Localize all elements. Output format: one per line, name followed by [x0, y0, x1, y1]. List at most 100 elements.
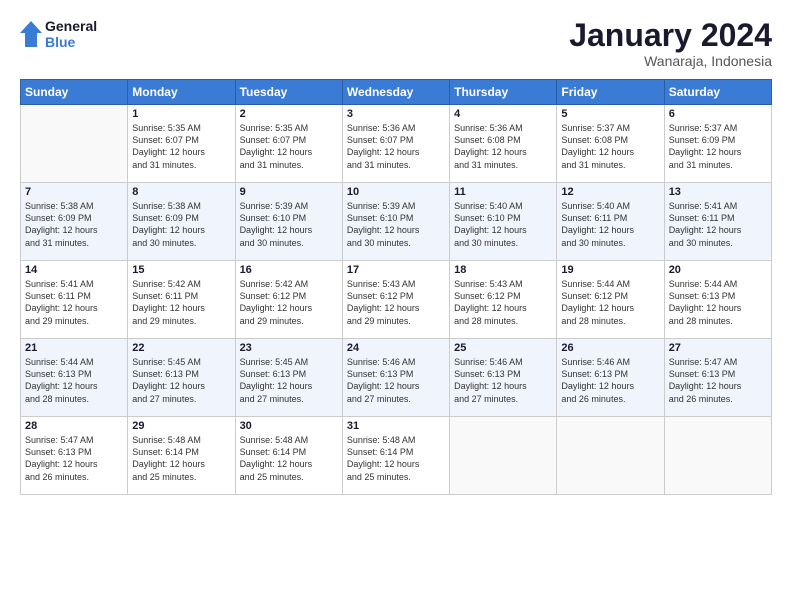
day-number: 23 — [240, 342, 338, 354]
weekday-saturday: Saturday — [664, 80, 771, 105]
calendar-cell: 20 Sunrise: 5:44 AM Sunset: 6:13 PM Dayli… — [664, 261, 771, 339]
day-number: 1 — [132, 108, 230, 120]
cell-info: Sunrise: 5:42 AM Sunset: 6:11 PM Dayligh… — [132, 278, 230, 327]
calendar-cell: 23Sunrise: 5:45 AM Sunset: 6:13 PM Dayli… — [235, 339, 342, 417]
calendar-cell: 16 Sunrise: 5:42 AM Sunset: 6:12 PM Dayli… — [235, 261, 342, 339]
cell-info: Sunrise: 5:41 AM Sunset: 6:11 PM Dayligh… — [669, 200, 767, 249]
cell-info: Sunrise: 5:39 AM Sunset: 6:10 PM Dayligh… — [240, 200, 338, 249]
day-number: 9 — [240, 186, 338, 198]
logo-blue: Blue — [45, 34, 97, 50]
page: General Blue January 2024 Wanaraja, Indo… — [0, 0, 792, 612]
calendar-cell — [664, 417, 771, 495]
calendar-cell: 27 Sunrise: 5:47 AM Sunset: 6:13 PM Dayli… — [664, 339, 771, 417]
calendar-cell: 29 Sunrise: 5:48 AM Sunset: 6:14 PM Dayli… — [128, 417, 235, 495]
calendar-table: SundayMondayTuesdayWednesdayThursdayFrid… — [20, 79, 772, 495]
cell-info: Sunrise: 5:47 AM Sunset: 6:13 PM Dayligh… — [25, 434, 123, 483]
day-number: 11 — [454, 186, 552, 198]
calendar-cell: 24 Sunrise: 5:46 AM Sunset: 6:13 PM Dayli… — [342, 339, 449, 417]
cell-info: Sunrise: 5:40 AM Sunset: 6:10 PM Dayligh… — [454, 200, 552, 249]
day-number: 12 — [561, 186, 659, 198]
day-number: 27 — [669, 342, 767, 354]
cell-info: Sunrise: 5:48 AM Sunset: 6:14 PM Dayligh… — [347, 434, 445, 483]
day-number: 4 — [454, 108, 552, 120]
day-number: 3 — [347, 108, 445, 120]
calendar-cell: 6 Sunrise: 5:37 AM Sunset: 6:09 PM Daylig… — [664, 105, 771, 183]
month-title: January 2024 — [569, 18, 772, 53]
day-number: 20 — [669, 264, 767, 276]
cell-info: Sunrise: 5:47 AM Sunset: 6:13 PM Dayligh… — [669, 356, 767, 405]
calendar-cell — [450, 417, 557, 495]
cell-info: Sunrise: 5:36 AM Sunset: 6:08 PM Dayligh… — [454, 122, 552, 171]
cell-info: Sunrise: 5:46 AM Sunset: 6:13 PM Dayligh… — [561, 356, 659, 405]
logo-text-block: General Blue — [20, 18, 97, 50]
day-number: 19 — [561, 264, 659, 276]
calendar-cell: 15Sunrise: 5:42 AM Sunset: 6:11 PM Dayli… — [128, 261, 235, 339]
calendar-cell: 7Sunrise: 5:38 AM Sunset: 6:09 PM Daylig… — [21, 183, 128, 261]
cell-info: Sunrise: 5:43 AM Sunset: 6:12 PM Dayligh… — [347, 278, 445, 327]
cell-info: Sunrise: 5:42 AM Sunset: 6:12 PM Dayligh… — [240, 278, 338, 327]
cell-info: Sunrise: 5:44 AM Sunset: 6:13 PM Dayligh… — [25, 356, 123, 405]
logo-general: General — [45, 18, 97, 34]
calendar-cell: 1 Sunrise: 5:35 AM Sunset: 6:07 PM Daylig… — [128, 105, 235, 183]
logo: General Blue — [20, 18, 97, 50]
cell-info: Sunrise: 5:46 AM Sunset: 6:13 PM Dayligh… — [454, 356, 552, 405]
calendar-cell: 22Sunrise: 5:45 AM Sunset: 6:13 PM Dayli… — [128, 339, 235, 417]
cell-info: Sunrise: 5:35 AM Sunset: 6:07 PM Dayligh… — [132, 122, 230, 171]
calendar-cell: 12 Sunrise: 5:40 AM Sunset: 6:11 PM Dayli… — [557, 183, 664, 261]
day-number: 25 — [454, 342, 552, 354]
week-row-1: 1 Sunrise: 5:35 AM Sunset: 6:07 PM Daylig… — [21, 105, 772, 183]
cell-info: Sunrise: 5:45 AM Sunset: 6:13 PM Dayligh… — [132, 356, 230, 405]
cell-info: Sunrise: 5:38 AM Sunset: 6:09 PM Dayligh… — [25, 200, 123, 249]
weekday-monday: Monday — [128, 80, 235, 105]
day-number: 29 — [132, 420, 230, 432]
weekday-tuesday: Tuesday — [235, 80, 342, 105]
day-number: 16 — [240, 264, 338, 276]
location: Wanaraja, Indonesia — [569, 53, 772, 69]
calendar-cell: 17 Sunrise: 5:43 AM Sunset: 6:12 PM Dayli… — [342, 261, 449, 339]
calendar-cell: 13 Sunrise: 5:41 AM Sunset: 6:11 PM Dayli… — [664, 183, 771, 261]
weekday-sunday: Sunday — [21, 80, 128, 105]
day-number: 21 — [25, 342, 123, 354]
cell-info: Sunrise: 5:43 AM Sunset: 6:12 PM Dayligh… — [454, 278, 552, 327]
cell-info: Sunrise: 5:37 AM Sunset: 6:09 PM Dayligh… — [669, 122, 767, 171]
calendar-cell: 28 Sunrise: 5:47 AM Sunset: 6:13 PM Dayli… — [21, 417, 128, 495]
day-number: 31 — [347, 420, 445, 432]
calendar-cell — [557, 417, 664, 495]
calendar-cell: 10Sunrise: 5:39 AM Sunset: 6:10 PM Dayli… — [342, 183, 449, 261]
cell-info: Sunrise: 5:44 AM Sunset: 6:13 PM Dayligh… — [669, 278, 767, 327]
cell-info: Sunrise: 5:39 AM Sunset: 6:10 PM Dayligh… — [347, 200, 445, 249]
day-number: 24 — [347, 342, 445, 354]
day-number: 6 — [669, 108, 767, 120]
calendar-cell: 2Sunrise: 5:35 AM Sunset: 6:07 PM Daylig… — [235, 105, 342, 183]
day-number: 2 — [240, 108, 338, 120]
day-number: 28 — [25, 420, 123, 432]
cell-info: Sunrise: 5:48 AM Sunset: 6:14 PM Dayligh… — [240, 434, 338, 483]
day-number: 17 — [347, 264, 445, 276]
cell-info: Sunrise: 5:38 AM Sunset: 6:09 PM Dayligh… — [132, 200, 230, 249]
day-number: 8 — [132, 186, 230, 198]
cell-info: Sunrise: 5:44 AM Sunset: 6:12 PM Dayligh… — [561, 278, 659, 327]
day-number: 30 — [240, 420, 338, 432]
day-number: 14 — [25, 264, 123, 276]
week-row-2: 7Sunrise: 5:38 AM Sunset: 6:09 PM Daylig… — [21, 183, 772, 261]
cell-info: Sunrise: 5:48 AM Sunset: 6:14 PM Dayligh… — [132, 434, 230, 483]
week-row-5: 28 Sunrise: 5:47 AM Sunset: 6:13 PM Dayli… — [21, 417, 772, 495]
cell-info: Sunrise: 5:40 AM Sunset: 6:11 PM Dayligh… — [561, 200, 659, 249]
day-number: 5 — [561, 108, 659, 120]
weekday-thursday: Thursday — [450, 80, 557, 105]
calendar-cell — [21, 105, 128, 183]
weekday-header-row: SundayMondayTuesdayWednesdayThursdayFrid… — [21, 80, 772, 105]
calendar-cell: 31 Sunrise: 5:48 AM Sunset: 6:14 PM Dayli… — [342, 417, 449, 495]
day-number: 18 — [454, 264, 552, 276]
calendar-cell: 21 Sunrise: 5:44 AM Sunset: 6:13 PM Dayli… — [21, 339, 128, 417]
calendar-cell: 26 Sunrise: 5:46 AM Sunset: 6:13 PM Dayli… — [557, 339, 664, 417]
day-number: 26 — [561, 342, 659, 354]
day-number: 13 — [669, 186, 767, 198]
calendar-cell: 30 Sunrise: 5:48 AM Sunset: 6:14 PM Dayli… — [235, 417, 342, 495]
cell-info: Sunrise: 5:36 AM Sunset: 6:07 PM Dayligh… — [347, 122, 445, 171]
header: General Blue January 2024 Wanaraja, Indo… — [20, 18, 772, 69]
calendar-cell: 5Sunrise: 5:37 AM Sunset: 6:08 PM Daylig… — [557, 105, 664, 183]
cell-info: Sunrise: 5:46 AM Sunset: 6:13 PM Dayligh… — [347, 356, 445, 405]
week-row-4: 21 Sunrise: 5:44 AM Sunset: 6:13 PM Dayli… — [21, 339, 772, 417]
calendar-cell: 14Sunrise: 5:41 AM Sunset: 6:11 PM Dayli… — [21, 261, 128, 339]
